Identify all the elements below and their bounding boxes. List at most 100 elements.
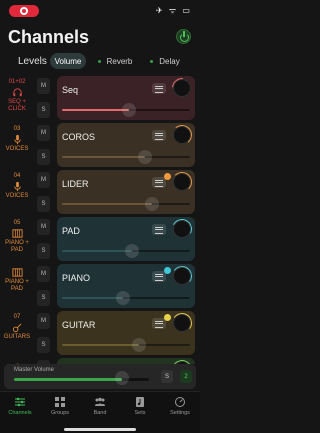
pan-knob[interactable] — [171, 124, 193, 146]
channel-icon[interactable]: 05 PIANO + PAD — [3, 217, 31, 261]
levels-label: Levels — [18, 56, 47, 67]
volume-thumb[interactable] — [138, 150, 153, 164]
channel-number: 07 — [13, 314, 21, 320]
channel-name: GUITAR — [62, 320, 96, 330]
mute-button[interactable]: M — [37, 219, 50, 235]
mute-button[interactable]: M — [37, 313, 50, 329]
mic-icon — [12, 134, 23, 145]
volume-thumb[interactable] — [131, 338, 146, 352]
solo-button[interactable]: S — [37, 196, 50, 212]
channel-card: GUITAR — [57, 311, 195, 355]
mute-button[interactable]: M — [37, 78, 50, 94]
knob-arc — [172, 172, 192, 192]
channel-number: 01+02 — [8, 79, 26, 85]
grid-icon — [54, 396, 66, 408]
record-icon — [20, 7, 28, 15]
volume-thumb[interactable] — [144, 197, 159, 211]
volume-fill — [62, 203, 152, 205]
pan-knob[interactable] — [169, 216, 195, 242]
sliders-icon — [14, 396, 26, 408]
power-button[interactable] — [176, 29, 191, 44]
channel-row: 03 VOICES M S COROS — [0, 123, 200, 167]
channel-group-label: GUITARS — [3, 334, 31, 340]
channel-list: 01+02 SEQ + CLICK M S Seq 03 VOICES M S COROS 04 VO… — [0, 74, 200, 364]
master-volume-fill — [14, 378, 122, 381]
tab-label: Channels — [8, 410, 32, 416]
mute-button[interactable]: M — [37, 266, 50, 282]
tab-delay[interactable]: Delay — [144, 53, 186, 69]
channel-badge — [164, 267, 171, 274]
headphones-icon — [12, 87, 23, 98]
solo-button[interactable]: S — [37, 243, 50, 259]
pan-knob[interactable] — [172, 172, 192, 192]
levels-selector: Levels Volume Reverb Delay — [0, 53, 200, 69]
page-title: Channels — [8, 27, 90, 47]
solo-button[interactable]: S — [37, 149, 50, 165]
channel-settings-button[interactable] — [152, 130, 166, 141]
tab-volume[interactable]: Volume — [50, 53, 86, 69]
channel-number: 04 — [13, 173, 21, 179]
knob-arc — [167, 74, 197, 103]
channel-row: 01+02 SEQ + CLICK M S Seq — [0, 74, 200, 120]
channel-icon[interactable]: 03 VOICES — [3, 123, 31, 167]
mute-button[interactable]: M — [37, 172, 50, 188]
mute-button[interactable]: M — [37, 125, 50, 141]
tab-groups[interactable]: Groups — [40, 396, 80, 416]
volume-fill — [62, 297, 124, 299]
volume-slider[interactable] — [62, 203, 190, 205]
volume-slider[interactable] — [62, 344, 190, 346]
channel-card: PIANO — [57, 264, 195, 308]
channel-name: COROS — [62, 132, 96, 142]
volume-slider[interactable] — [62, 156, 190, 158]
tab-band[interactable]: Band — [80, 396, 120, 416]
channel-icon[interactable]: 04 VOICES — [3, 170, 31, 214]
master-solo-button[interactable]: S — [161, 370, 173, 383]
guitar-icon — [12, 322, 23, 333]
master-volume-label: Master Volume — [14, 367, 55, 373]
volume-fill — [62, 156, 146, 158]
solo-button[interactable]: S — [37, 290, 50, 306]
volume-thumb[interactable] — [125, 244, 140, 258]
channel-number: 05 — [13, 220, 21, 226]
master-aux-badge[interactable]: 2 — [180, 370, 192, 383]
dot-icon — [97, 59, 101, 63]
home-indicator — [64, 428, 136, 431]
people-icon — [94, 396, 106, 408]
volume-thumb[interactable] — [121, 103, 136, 117]
tab-sets[interactable]: Sets — [120, 396, 160, 416]
channel-row: 04 VOICES M S LIDER — [0, 170, 200, 214]
channel-card: LIDER — [57, 170, 195, 214]
piano-icon — [11, 267, 23, 278]
channel-name: LIDER — [62, 179, 89, 189]
pan-knob[interactable] — [167, 74, 197, 103]
mic-icon — [12, 181, 23, 192]
channel-row: PIANO + PAD M S PIANO — [0, 264, 200, 308]
tab-reverb[interactable]: Reverb — [94, 53, 136, 69]
knob-arc — [170, 311, 194, 335]
recording-indicator[interactable] — [9, 5, 39, 17]
channel-group-label: VOICES — [5, 146, 29, 152]
channel-settings-button[interactable] — [152, 83, 166, 94]
channel-icon[interactable]: 07 GUITARS — [3, 311, 31, 355]
master-volume-thumb[interactable] — [115, 371, 129, 385]
solo-button[interactable]: S — [37, 337, 50, 353]
solo-button[interactable]: S — [37, 102, 50, 118]
dot-icon — [150, 59, 154, 63]
channel-group-label: PIANO + PAD — [5, 279, 29, 292]
pan-knob[interactable] — [170, 311, 194, 335]
channel-icon[interactable]: PIANO + PAD — [3, 264, 31, 308]
channel-card: Seq — [57, 74, 197, 120]
channel-settings-button[interactable] — [152, 224, 166, 235]
volume-fill — [62, 109, 129, 111]
channel-icon[interactable]: 01+02 SEQ + CLICK — [3, 76, 31, 120]
tab-channels[interactable]: Channels — [0, 396, 40, 416]
settings-icon — [174, 396, 186, 408]
setlist-icon — [134, 396, 146, 408]
volume-fill — [62, 344, 139, 346]
pan-knob[interactable] — [170, 264, 194, 288]
tab-settings[interactable]: Settings — [160, 396, 200, 416]
tab-label: Band — [93, 410, 107, 416]
channel-name: PAD — [62, 226, 80, 236]
volume-thumb[interactable] — [116, 291, 131, 305]
tab-label: Sets — [134, 410, 146, 416]
